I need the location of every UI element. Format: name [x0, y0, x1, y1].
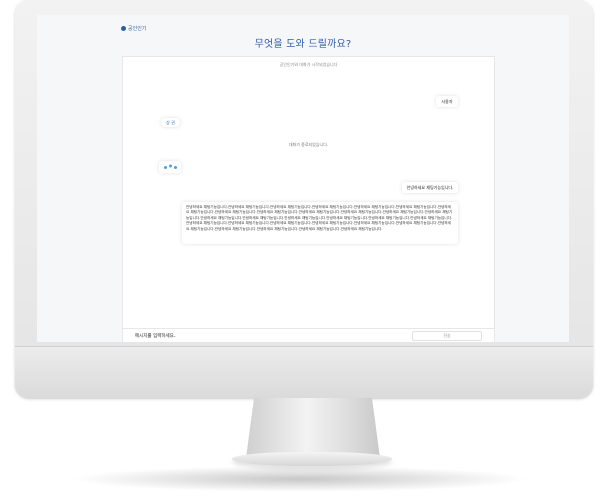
screen: 공인인기 무엇을 도와 드릴까요? 공인인기와 대화가 시작되었습니다 사용자 …: [37, 15, 569, 342]
message-input-bar: 전송: [123, 328, 494, 342]
typing-dot: [173, 165, 177, 169]
bot-chip[interactable]: 상 권: [161, 118, 180, 127]
typing-dot: [163, 165, 167, 169]
user-message-text: 사용자: [441, 98, 453, 104]
monitor-chin: [15, 346, 593, 399]
chat-window: 공인인기와 대화가 시작되었습니다 사용자 상 권 대화가 종료되었습니다. 안…: [122, 56, 495, 342]
logo-icon: [121, 26, 126, 31]
typing-dot: [168, 164, 172, 167]
typing-dots-icon: [159, 161, 181, 173]
page-title: 무엇을 도와 드릴까요?: [254, 39, 352, 50]
user-message: 안녕하세요 채팅기능입니다.: [402, 182, 458, 193]
message-input[interactable]: [135, 332, 385, 340]
send-button[interactable]: 전송: [412, 331, 482, 341]
chat-end-notice: 대화가 종료되었습니다.: [288, 142, 329, 147]
user-message: 사용자: [436, 96, 458, 107]
user-message-text: 안녕하세요 채팅기능입니다.: [406, 184, 454, 190]
monitor-base: [232, 452, 392, 466]
monitor-shadow: [70, 466, 530, 492]
brand-name: 공인인기: [128, 26, 147, 32]
chat-start-notice: 공인인기와 대화가 시작되었습니다: [279, 62, 338, 67]
brand-logo[interactable]: 공인인기: [121, 25, 146, 32]
monitor-stand: [246, 398, 380, 458]
long-message: 안녕하세요 채팅기능입니다.안녕하세요 채팅기능입니다.안녕하세요 채팅기능입니…: [182, 202, 458, 244]
bot-chip-label: 상 권: [166, 119, 175, 125]
